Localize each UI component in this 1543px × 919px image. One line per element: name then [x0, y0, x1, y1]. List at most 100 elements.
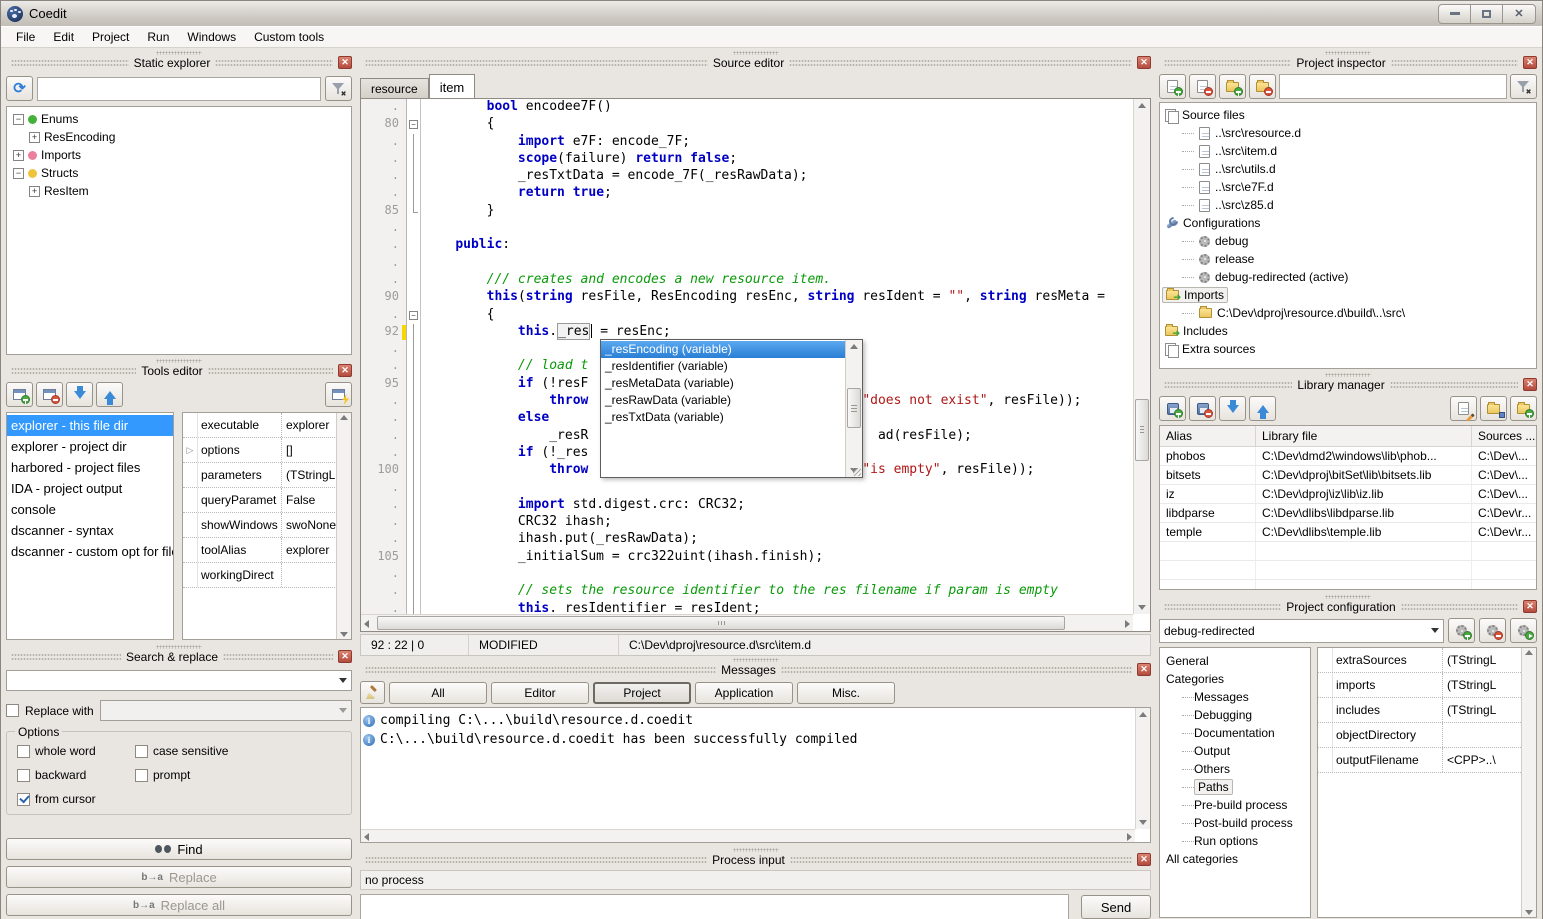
fold-gutter[interactable] [407, 358, 421, 375]
column-header[interactable]: Library file [1256, 426, 1472, 446]
messages-tab-editor[interactable]: Editor [491, 682, 589, 704]
message-line[interactable]: iC:\...\build\resource.d.coedit has been… [363, 730, 1133, 749]
category-item[interactable]: Categories [1162, 670, 1308, 688]
clone-configuration-button[interactable] [1510, 618, 1537, 643]
category-item[interactable]: Output [1162, 742, 1308, 760]
tree-item[interactable]: +ResItem [9, 182, 349, 200]
panel-close-icon[interactable]: ✕ [338, 364, 352, 377]
panel-close-icon[interactable]: ✕ [1523, 56, 1537, 69]
messages-vertical-scrollbar[interactable] [1135, 708, 1150, 829]
table-row[interactable]: bitsetsC:\Dev\dproj\bitSet\lib\bitsets.l… [1160, 466, 1536, 485]
expander-icon[interactable]: − [13, 114, 24, 125]
filter-button[interactable] [325, 76, 352, 101]
remove-source-button[interactable] [1189, 74, 1216, 99]
minimize-button[interactable] [1439, 5, 1471, 23]
fold-gutter[interactable] [407, 134, 421, 151]
messages-tab-misc[interactable]: Misc. [797, 682, 895, 704]
library-from-project-button[interactable] [1480, 396, 1507, 421]
fold-gutter[interactable] [407, 151, 421, 168]
scrollbar-thumb[interactable] [1135, 399, 1149, 461]
property-row[interactable]: ▷options[] [183, 438, 351, 463]
fold-gutter[interactable] [407, 185, 421, 202]
project-tree-item[interactable]: ➜Imports [1162, 286, 1534, 304]
grid-scrollbar[interactable] [336, 413, 351, 639]
remove-library-button[interactable] [1189, 396, 1216, 421]
message-line[interactable]: icompiling C:\...\build\resource.d.coedi… [363, 711, 1133, 730]
list-item[interactable]: console [7, 499, 173, 520]
completion-item[interactable]: _resEncoding (variable) [601, 341, 845, 358]
property-row[interactable]: workingDirect [183, 563, 351, 588]
fold-gutter[interactable] [407, 393, 421, 410]
menu-item-run[interactable]: Run [138, 28, 178, 46]
prompt-option[interactable]: prompt [135, 768, 341, 782]
messages-tab-application[interactable]: Application [695, 682, 793, 704]
table-row[interactable]: libdparseC:\Dev\dlibs\libdparse.libC:\De… [1160, 504, 1536, 523]
add-library-folder-button[interactable] [1510, 396, 1537, 421]
fold-gutter[interactable] [407, 341, 421, 358]
property-row[interactable]: includes(TStringL [1318, 698, 1521, 723]
remove-tool-button[interactable] [36, 382, 63, 407]
replace-term-combobox[interactable] [100, 700, 352, 721]
column-header[interactable]: Alias [1160, 426, 1256, 446]
fold-collapse-icon[interactable]: − [409, 311, 418, 320]
run-tool-button[interactable] [325, 382, 352, 407]
clear-messages-button[interactable] [360, 681, 385, 704]
project-tree-item[interactable]: ..\src\e7F.d [1162, 178, 1534, 196]
messages-tab-project[interactable]: Project [593, 682, 691, 704]
property-row[interactable]: outputFilename<CPP>..\ [1318, 748, 1521, 773]
send-button[interactable]: Send [1081, 895, 1151, 919]
completion-scrollbar[interactable] [845, 340, 862, 477]
messages-horizontal-scrollbar[interactable] [361, 829, 1135, 842]
configuration-combobox[interactable]: debug-redirected [1159, 619, 1444, 643]
fold-collapse-icon[interactable]: − [409, 120, 418, 129]
table-row[interactable]: phobosC:\Dev\dmd2\windows\lib\phob...C:\… [1160, 447, 1536, 466]
project-tree-item[interactable]: ..\src\z85.d [1162, 196, 1534, 214]
move-library-up-button[interactable] [1249, 396, 1276, 421]
tree-item[interactable]: +Imports [9, 146, 349, 164]
case-sensitive-option[interactable]: case sensitive [135, 744, 341, 758]
list-item[interactable]: harbored - project files [7, 457, 173, 478]
list-item[interactable]: dscanner - custom opt for file [7, 541, 173, 562]
add-library-button[interactable] [1159, 396, 1186, 421]
edit-library-button[interactable] [1450, 396, 1477, 421]
panel-close-icon[interactable]: ✕ [1137, 663, 1151, 676]
fold-gutter[interactable] [407, 480, 421, 497]
fold-gutter[interactable] [407, 220, 421, 237]
refresh-button[interactable]: ⟳ [6, 76, 33, 101]
menu-item-custom-tools[interactable]: Custom tools [245, 28, 333, 46]
inspector-filter-input[interactable] [1279, 74, 1507, 99]
fold-gutter[interactable] [407, 531, 421, 548]
add-source-button[interactable] [1159, 74, 1186, 99]
fold-gutter[interactable] [407, 324, 421, 341]
category-item[interactable]: Run options [1162, 832, 1308, 850]
panel-close-icon[interactable]: ✕ [1523, 378, 1537, 391]
scrollbar-thumb[interactable] [377, 616, 1065, 630]
completion-item[interactable]: _resTxtData (variable) [601, 409, 845, 426]
scrollbar-thumb[interactable] [847, 388, 861, 428]
inspector-filter-button[interactable] [1510, 74, 1537, 99]
fold-gutter[interactable] [407, 497, 421, 514]
project-tree-item[interactable]: Source files [1162, 106, 1534, 124]
fold-gutter[interactable] [407, 255, 421, 272]
project-tree-item[interactable]: release [1162, 250, 1534, 268]
category-item[interactable]: All categories [1162, 850, 1308, 868]
fold-gutter[interactable] [407, 289, 421, 306]
fold-gutter[interactable] [407, 237, 421, 254]
replace-with-checkbox[interactable] [6, 704, 19, 717]
project-tree-item[interactable]: Extra sources [1162, 340, 1534, 358]
fold-gutter[interactable] [407, 428, 421, 445]
from-cursor-option[interactable]: from cursor [17, 792, 135, 806]
replace-button[interactable]: b→aReplace [6, 866, 352, 888]
property-row[interactable]: extraSources(TStringL [1318, 648, 1521, 673]
project-tree-item[interactable]: ..\src\resource.d [1162, 124, 1534, 142]
search-term-combobox[interactable] [6, 670, 352, 691]
fold-gutter[interactable] [407, 514, 421, 531]
editor-vertical-scrollbar[interactable] [1133, 99, 1150, 614]
close-button[interactable]: ✕ [1503, 5, 1535, 23]
fold-gutter[interactable]: − [407, 116, 421, 133]
expander-icon[interactable]: + [29, 186, 40, 197]
editor-horizontal-scrollbar[interactable] [361, 614, 1133, 631]
expander-icon[interactable]: + [29, 132, 40, 143]
project-tree-item[interactable]: debug [1162, 232, 1534, 250]
table-row[interactable]: templeC:\Dev\dlibs\temple.libC:\Dev\r... [1160, 523, 1536, 542]
